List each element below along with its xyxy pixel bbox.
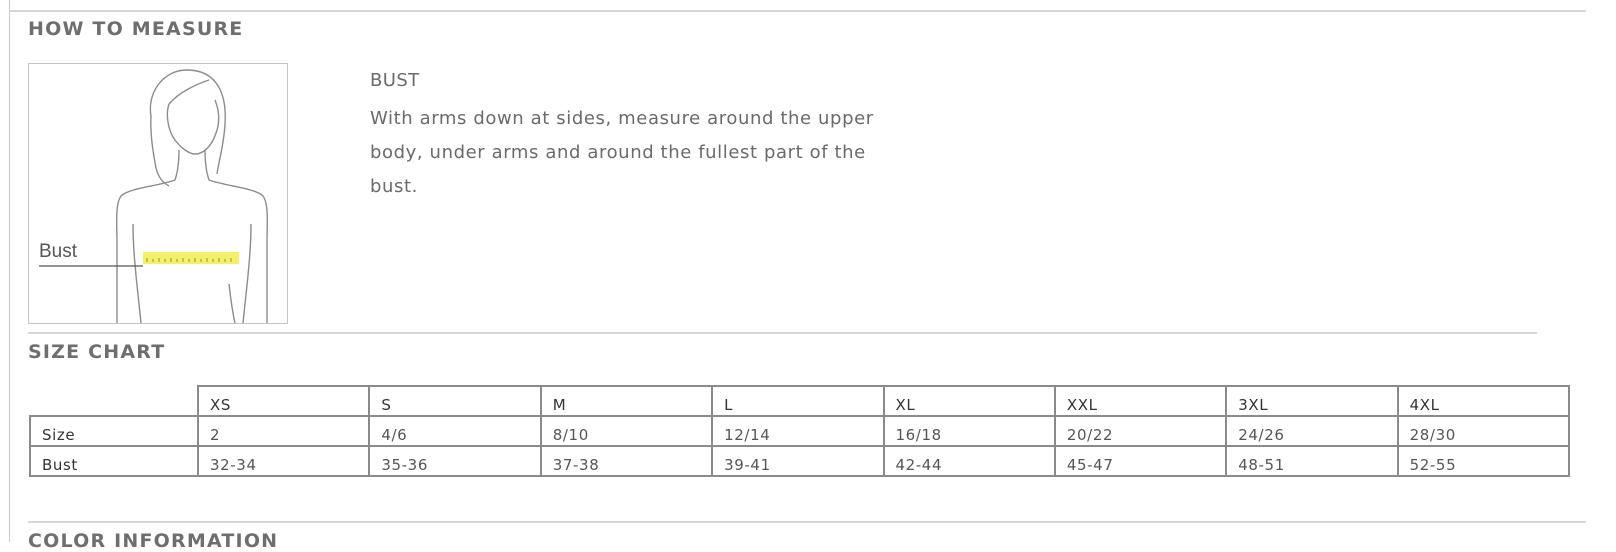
table-cell: 4/6: [368, 415, 542, 447]
table-cell: 28/30: [1396, 415, 1571, 447]
column-header: XL: [882, 385, 1056, 417]
table-row: Bust 32-34 35-36 37-38 39-41 42-44 45-47…: [29, 445, 1571, 477]
table-cell: 37-38: [539, 445, 714, 477]
size-chart-divider: [28, 332, 1537, 334]
column-header: L: [711, 385, 885, 417]
body-outline-illustration: Bust: [39, 69, 269, 323]
bust-heading: BUST: [370, 70, 420, 91]
table-cell: 12/14: [711, 415, 885, 447]
color-info-divider: [28, 521, 1586, 523]
bust-instructions: BUST With arms down at sides, measure ar…: [370, 69, 910, 204]
column-header: M: [539, 385, 714, 417]
table-cell: 20/22: [1053, 415, 1228, 447]
column-header: 3XL: [1225, 385, 1399, 417]
column-header: S: [368, 385, 542, 417]
bust-figure-label: Bust: [39, 241, 78, 262]
table-corner-cell: [29, 385, 199, 417]
table-cell: 52-55: [1396, 445, 1571, 477]
table-cell: 32-34: [196, 445, 371, 477]
size-chart-title: SIZE CHART: [28, 341, 166, 363]
row-label: Bust: [29, 445, 199, 477]
table-cell: 16/18: [882, 415, 1056, 447]
table-cell: 48-51: [1225, 445, 1399, 477]
table-cell: 35-36: [368, 445, 542, 477]
table-row: Size 2 4/6 8/10 12/14 16/18 20/22 24/26 …: [29, 415, 1571, 447]
color-information-title: COLOR INFORMATION: [28, 530, 279, 552]
how-to-measure-title: HOW TO MEASURE: [28, 18, 244, 40]
frame-left-border: [9, 0, 10, 542]
column-header: XS: [196, 385, 371, 417]
tape-highlight: [143, 252, 239, 264]
row-label: Size: [29, 415, 199, 447]
column-header: XXL: [1053, 385, 1228, 417]
bust-description: With arms down at sides, measure around …: [370, 108, 874, 197]
column-header: 4XL: [1396, 385, 1571, 417]
bust-measure-figure: Bust: [28, 63, 288, 324]
table-cell: 24/26: [1225, 415, 1399, 447]
top-divider: [9, 10, 1586, 12]
table-cell: 8/10: [539, 415, 714, 447]
table-cell: 42-44: [882, 445, 1056, 477]
table-cell: 45-47: [1053, 445, 1228, 477]
table-cell: 39-41: [711, 445, 885, 477]
size-chart-table: XS S M L XL XXL 3XL 4XL Size 2 4/6 8/10 …: [29, 385, 1571, 477]
table-header-row: XS S M L XL XXL 3XL 4XL: [29, 385, 1571, 417]
table-cell: 2: [196, 415, 371, 447]
